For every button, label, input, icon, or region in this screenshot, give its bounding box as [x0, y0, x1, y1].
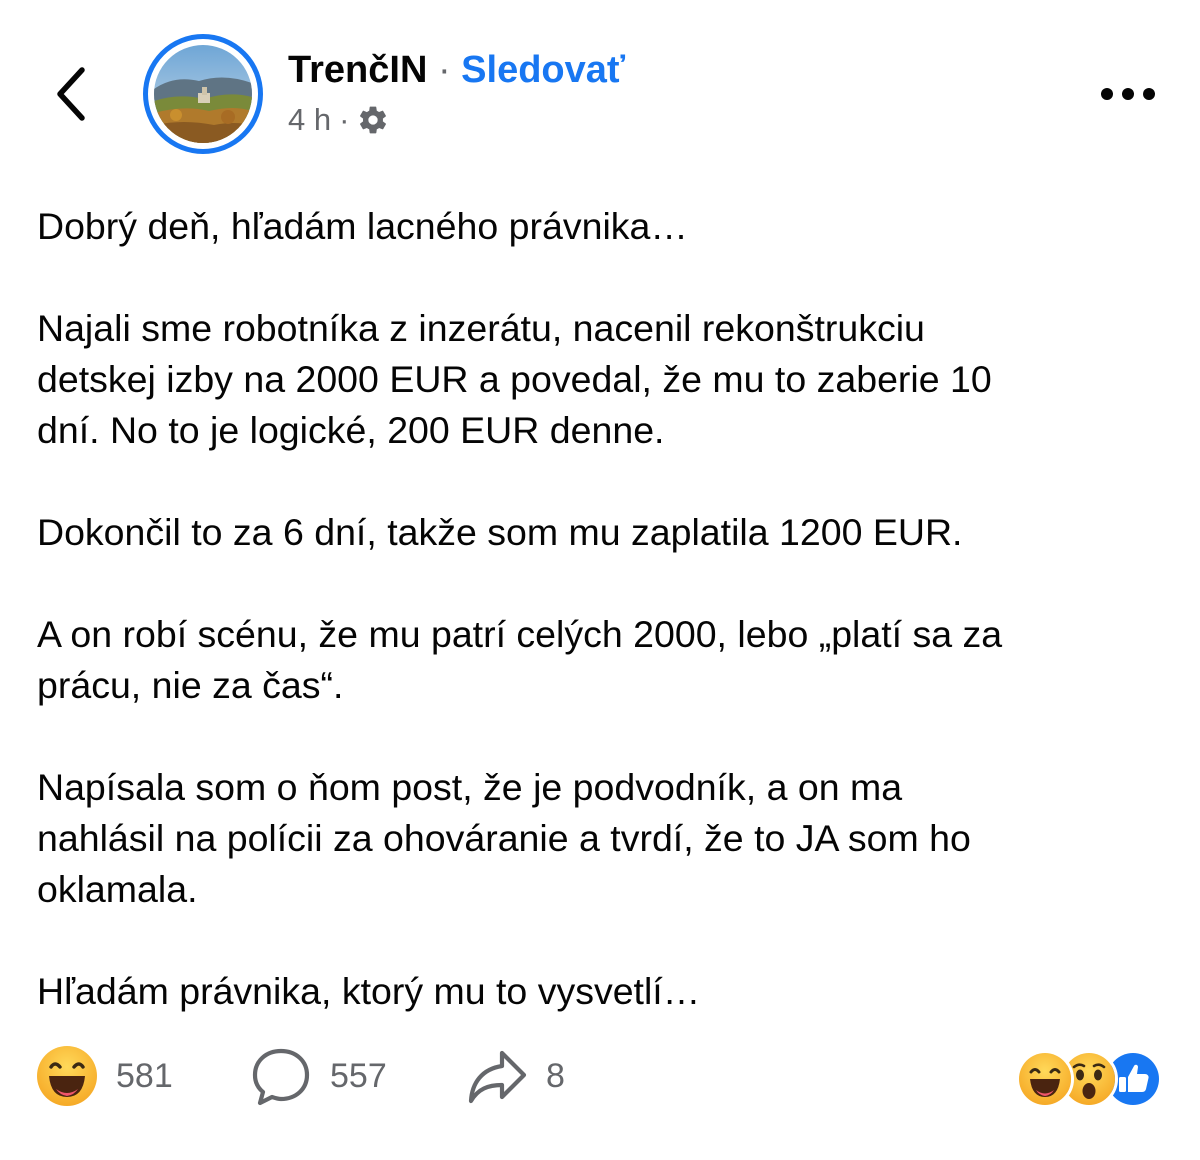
post-line: nahlásil na polícii za ohováranie a tvrd…	[37, 817, 971, 859]
post-line: Napísala som o ňom post, že je podvodník…	[37, 766, 903, 808]
post-paragraph: Napísala som o ňom post, že je podvodník…	[37, 762, 1177, 915]
top-reactions[interactable]	[1016, 1050, 1166, 1108]
page-avatar[interactable]	[143, 34, 263, 154]
share-arrow-icon	[468, 1050, 527, 1104]
post-line: detskej izby na 2000 EUR a povedal, že m…	[37, 358, 992, 400]
post-line: A on robí scénu, že mu patrí celých 2000…	[37, 613, 1003, 655]
more-horizontal-icon	[1101, 88, 1155, 100]
post-line: Dokončil to za 6 dní, takže som mu zapla…	[37, 511, 963, 553]
haha-emoji-icon	[37, 1046, 97, 1106]
post-paragraph: A on robí scénu, že mu patrí celých 2000…	[37, 609, 1177, 711]
comment-count: 557	[330, 1056, 387, 1095]
follow-button[interactable]: Sledovať	[461, 49, 625, 91]
post-paragraph: Hľadám právnika, ktorý mu to vysvetlí…	[37, 966, 1177, 1017]
reaction-button[interactable]: 581	[36, 1044, 173, 1108]
post-paragraph: Dokončil to za 6 dní, takže som mu zapla…	[37, 507, 1177, 558]
header-separator: ·	[437, 49, 451, 91]
avatar-image	[154, 45, 252, 143]
post-paragraph: Najali sme robotníka z inzerátu, nacenil…	[37, 303, 1177, 456]
post-line: Najali sme robotníka z inzerátu, nacenil…	[37, 307, 925, 349]
post-line: prácu, nie za čas“.	[37, 664, 344, 706]
more-options-button[interactable]	[1092, 74, 1164, 114]
back-button[interactable]	[44, 58, 100, 130]
comment-button[interactable]: 557	[250, 1044, 387, 1108]
post-text: Dobrý deň, hľadám lacného právnika… Naja…	[37, 201, 1177, 1017]
comment-bubble-icon	[252, 1048, 310, 1106]
post-line: Hľadám právnika, ktorý mu to vysvetlí…	[37, 970, 701, 1012]
chevron-left-icon	[57, 67, 85, 121]
haha-reaction-icon	[1016, 1050, 1074, 1108]
meta-separator: ·	[339, 102, 350, 137]
page-name-link[interactable]: TrenčIN	[288, 49, 427, 91]
post-meta: 4 h ·	[288, 100, 389, 140]
gear-icon	[360, 106, 387, 134]
post-line: oklamala.	[37, 868, 198, 910]
post-header-title: TrenčIN · Sledovať	[288, 46, 625, 94]
reaction-count: 581	[116, 1056, 173, 1095]
share-count: 8	[546, 1056, 565, 1095]
post-line: dní. No to je logické, 200 EUR denne.	[37, 409, 665, 451]
share-button[interactable]: 8	[466, 1044, 565, 1108]
post-paragraph: Dobrý deň, hľadám lacného právnika…	[37, 201, 1177, 252]
post-footer: 581 557 8	[36, 1044, 1176, 1108]
post-line: Dobrý deň, hľadám lacného právnika…	[37, 205, 688, 247]
post-timestamp[interactable]: 4 h	[288, 100, 331, 140]
